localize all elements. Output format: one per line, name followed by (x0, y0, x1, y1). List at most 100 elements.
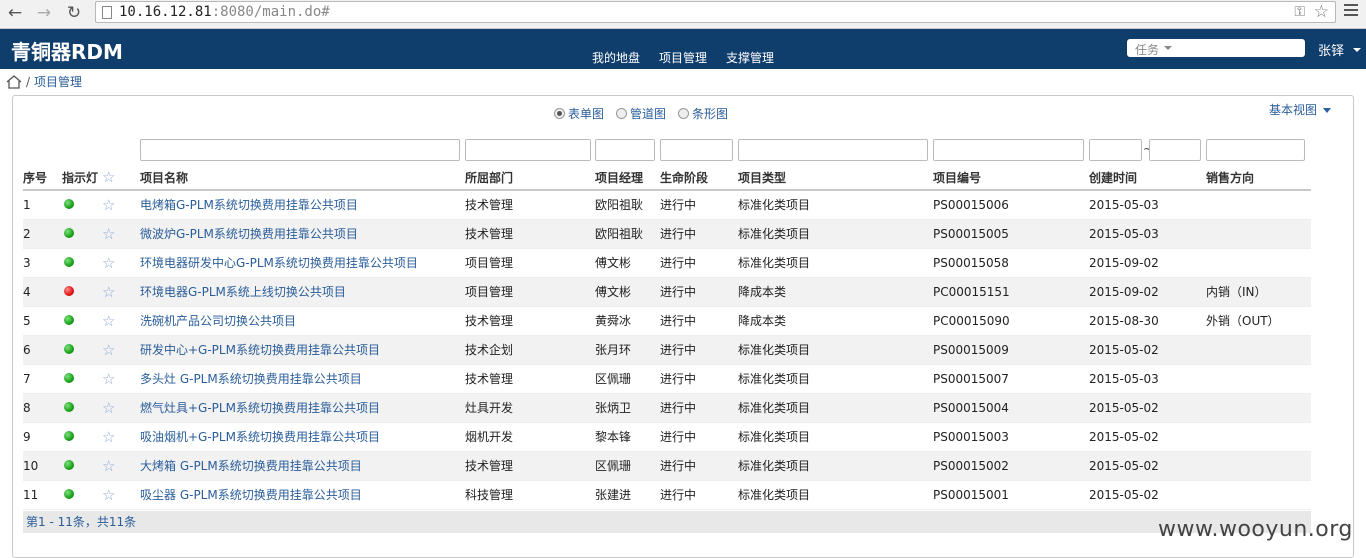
nav-my-area[interactable]: 我的地盘 (592, 49, 640, 66)
star-icon[interactable]: ☆ (102, 196, 115, 214)
project-link[interactable]: 多头灶 G-PLM系统切换费用挂靠公共项目 (140, 372, 362, 386)
cell-name[interactable]: 多头灶 G-PLM系统切换费用挂靠公共项目 (140, 364, 465, 394)
radio-icon[interactable] (616, 108, 628, 119)
view-option-form[interactable]: 表单图 (554, 105, 604, 122)
basic-view-dropdown[interactable]: 基本视图 (1269, 101, 1332, 118)
star-icon[interactable]: ☆ (102, 312, 115, 330)
cell-favorite[interactable]: ☆ (102, 248, 140, 278)
view-option-bar[interactable]: 条形图 (678, 105, 728, 122)
user-menu[interactable]: 张铎 (1318, 40, 1344, 59)
star-icon[interactable]: ☆ (102, 168, 115, 186)
filter-stage[interactable] (660, 139, 733, 161)
cell-name[interactable]: 研发中心+G-PLM系统切换费用挂靠公共项目 (140, 335, 465, 365)
home-icon[interactable] (6, 74, 22, 89)
project-link[interactable]: 环境电器研发中心G-PLM系统切换费用挂靠公共项目 (140, 256, 418, 270)
table-row[interactable]: 3 ☆ 环境电器研发中心G-PLM系统切换费用挂靠公共项目 项目管理 傅文彬 进行中 标准化… (23, 248, 1311, 278)
cell-name[interactable]: 大烤箱 G-PLM系统切换费用挂靠公共项目 (140, 451, 465, 481)
star-icon[interactable]: ☆ (102, 486, 115, 504)
cell-name[interactable]: 燃气灶具+G-PLM系统切换费用挂靠公共项目 (140, 393, 465, 423)
filter-created-to[interactable] (1149, 139, 1201, 161)
browser-menu-icon[interactable] (1344, 4, 1358, 18)
filter-manager[interactable] (595, 139, 655, 161)
star-icon[interactable]: ☆ (102, 254, 115, 272)
star-icon[interactable]: ☆ (102, 457, 115, 475)
cell-favorite[interactable]: ☆ (102, 451, 140, 481)
project-link[interactable]: 电烤箱G-PLM系统切换费用挂靠公共项目 (140, 198, 358, 212)
table-row[interactable]: 4 ☆ 环境电器G-PLM系统上线切换公共项目 项目管理 傅文彬 进行中 降成本类 PC000… (23, 277, 1311, 307)
col-header-type[interactable]: 项目类型 (738, 165, 933, 191)
project-link[interactable]: 大烤箱 G-PLM系统切换费用挂靠公共项目 (140, 459, 362, 473)
col-header-dept[interactable]: 所屈部门 (465, 165, 595, 191)
cell-name[interactable]: 吸尘器 G-PLM系统切换费用挂靠公共项目 (140, 480, 465, 510)
chevron-down-icon[interactable] (1164, 46, 1172, 50)
brand-logo[interactable]: 青铜器RDM (11, 36, 123, 65)
star-icon[interactable]: ☆ (102, 225, 115, 243)
col-header-pm[interactable]: 项目经理 (595, 165, 660, 191)
cell-favorite[interactable]: ☆ (102, 393, 140, 423)
col-header-stage[interactable]: 生命阶段 (660, 165, 738, 191)
project-link[interactable]: 研发中心+G-PLM系统切换费用挂靠公共项目 (140, 343, 380, 357)
table-row[interactable]: 8 ☆ 燃气灶具+G-PLM系统切换费用挂靠公共项目 灶具开发 张炳卫 进行中 标准化类项目… (23, 393, 1311, 423)
col-header-indicator[interactable]: 指示灯 (62, 165, 102, 191)
chevron-down-icon[interactable] (1323, 108, 1332, 113)
cell-name[interactable]: 吸油烟机+G-PLM系统切换费用挂靠公共项目 (140, 422, 465, 452)
col-header-no[interactable]: 序号 (23, 165, 62, 191)
star-icon[interactable]: ☆ (102, 428, 115, 446)
filter-project-code[interactable] (933, 139, 1084, 161)
col-header-favorite[interactable]: ☆ (102, 165, 140, 191)
task-search-input[interactable]: 任务 (1127, 39, 1305, 57)
cell-name[interactable]: 微波炉G-PLM系统切换费用挂靠公共项目 (140, 219, 465, 249)
project-link[interactable]: 吸油烟机+G-PLM系统切换费用挂靠公共项目 (140, 430, 380, 444)
cell-name[interactable]: 环境电器G-PLM系统上线切换公共项目 (140, 277, 465, 307)
radio-selected-icon[interactable] (554, 108, 565, 119)
table-row[interactable]: 10 ☆ 大烤箱 G-PLM系统切换费用挂靠公共项目 技术管理 区佩珊 进行中 标准化类项目… (23, 451, 1311, 481)
chevron-down-icon[interactable] (1353, 48, 1361, 52)
cell-name[interactable]: 环境电器研发中心G-PLM系统切换费用挂靠公共项目 (140, 248, 465, 278)
cell-favorite[interactable]: ☆ (102, 277, 140, 307)
filter-project-name[interactable] (140, 139, 460, 161)
project-link[interactable]: 微波炉G-PLM系统切换费用挂靠公共项目 (140, 227, 358, 241)
table-row[interactable]: 11 ☆ 吸尘器 G-PLM系统切换费用挂靠公共项目 科技管理 张建进 进行中 标准化类项目… (23, 480, 1311, 510)
nav-support-management[interactable]: 支撑管理 (726, 49, 774, 66)
star-icon[interactable]: ☆ (102, 399, 115, 417)
table-row[interactable]: 1 ☆ 电烤箱G-PLM系统切换费用挂靠公共项目 技术管理 欧阳祖耿 进行中 标准化类项目 P… (23, 190, 1311, 220)
table-row[interactable]: 7 ☆ 多头灶 G-PLM系统切换费用挂靠公共项目 技术管理 区佩珊 进行中 标准化类项目 P… (23, 364, 1311, 394)
cell-favorite[interactable]: ☆ (102, 480, 140, 510)
table-row[interactable]: 6 ☆ 研发中心+G-PLM系统切换费用挂靠公共项目 技术企划 张月环 进行中 标准化类项目… (23, 335, 1311, 365)
cell-name[interactable]: 电烤箱G-PLM系统切换费用挂靠公共项目 (140, 190, 465, 220)
cell-favorite[interactable]: ☆ (102, 422, 140, 452)
filter-project-type[interactable] (738, 139, 928, 161)
filter-sales-direction[interactable] (1206, 139, 1305, 161)
col-header-sales[interactable]: 销售方向 (1206, 165, 1311, 191)
breadcrumb-current[interactable]: 项目管理 (34, 73, 82, 90)
filter-created-from[interactable] (1089, 139, 1142, 161)
address-bar[interactable]: 10.16.12.81:8080/main.do# ⚿ ☆ (95, 1, 1336, 23)
project-link[interactable]: 燃气灶具+G-PLM系统切换费用挂靠公共项目 (140, 401, 380, 415)
star-icon[interactable]: ☆ (102, 341, 115, 359)
cell-favorite[interactable]: ☆ (102, 335, 140, 365)
view-option-pipeline[interactable]: 管道图 (616, 105, 666, 122)
project-link[interactable]: 环境电器G-PLM系统上线切换公共项目 (140, 285, 346, 299)
table-row[interactable]: 2 ☆ 微波炉G-PLM系统切换费用挂靠公共项目 技术管理 欧阳祖耿 进行中 标准化类项目 P… (23, 219, 1311, 249)
task-dropdown-label[interactable]: 任务 (1135, 41, 1159, 58)
forward-arrow-icon[interactable]: → (33, 2, 55, 24)
cell-favorite[interactable]: ☆ (102, 219, 140, 249)
cell-favorite[interactable]: ☆ (102, 364, 140, 394)
bookmark-star-icon[interactable]: ☆ (1314, 2, 1329, 22)
col-header-name[interactable]: 项目名称 (140, 165, 465, 191)
nav-project-management[interactable]: 项目管理 (659, 49, 707, 66)
project-link[interactable]: 吸尘器 G-PLM系统切换费用挂靠公共项目 (140, 488, 362, 502)
cell-favorite[interactable]: ☆ (102, 306, 140, 336)
col-header-code[interactable]: 项目编号 (933, 165, 1089, 191)
star-icon[interactable]: ☆ (102, 283, 115, 301)
filter-department[interactable] (465, 139, 591, 161)
reload-icon[interactable]: ↻ (63, 2, 85, 24)
table-row[interactable]: 9 ☆ 吸油烟机+G-PLM系统切换费用挂靠公共项目 烟机开发 黎本锋 进行中 标准化类项目… (23, 422, 1311, 452)
radio-icon[interactable] (678, 108, 690, 119)
cell-name[interactable]: 洗碗机产品公司切换公共项目 (140, 306, 465, 336)
project-link[interactable]: 洗碗机产品公司切换公共项目 (140, 314, 296, 328)
back-arrow-icon[interactable]: ← (4, 2, 26, 24)
col-header-created[interactable]: 创建时间 (1089, 165, 1206, 191)
table-row[interactable]: 5 ☆ 洗碗机产品公司切换公共项目 技术管理 黄舜冰 进行中 降成本类 PC00015090 2… (23, 306, 1311, 336)
cell-favorite[interactable]: ☆ (102, 190, 140, 220)
